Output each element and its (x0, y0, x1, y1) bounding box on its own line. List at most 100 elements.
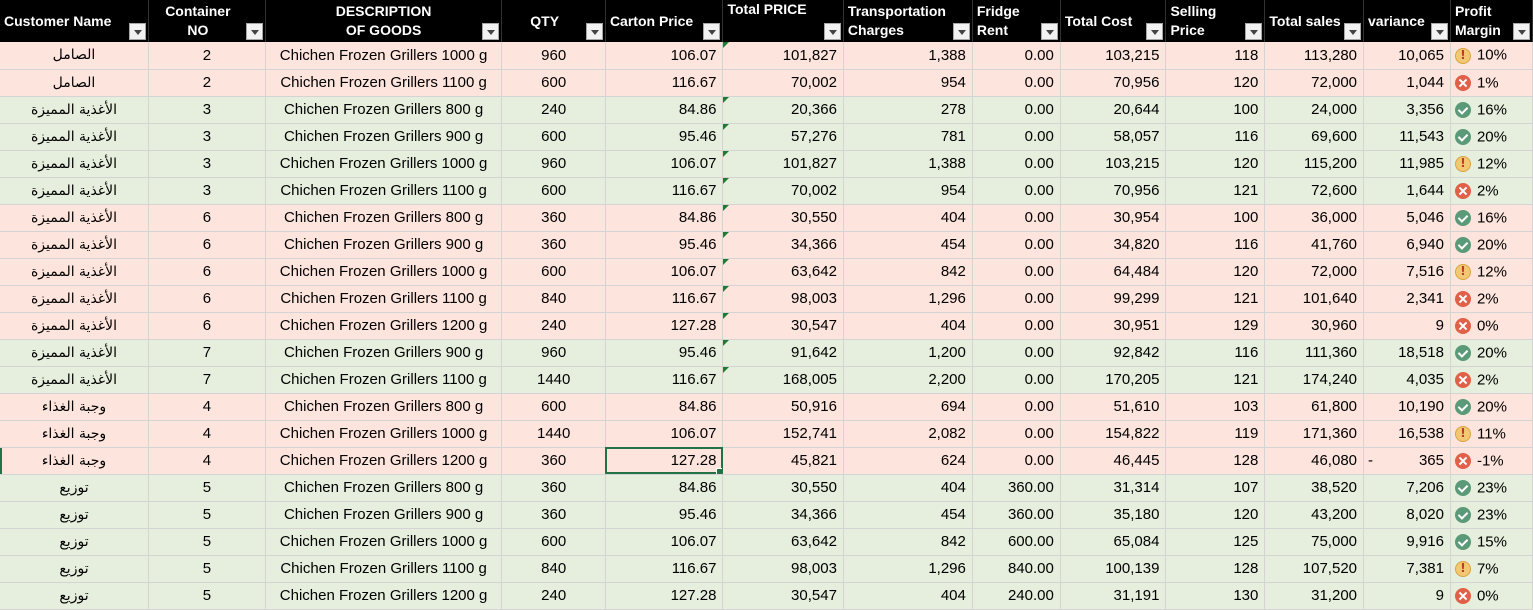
customer-name-cell[interactable]: الصامل (0, 42, 149, 70)
container-no-cell[interactable]: 3 (148, 123, 266, 151)
description-cell[interactable]: Chichen Frozen Grillers 900 g (265, 231, 503, 259)
total-price-cell[interactable]: 152,741 (722, 420, 844, 448)
description-cell[interactable]: Chichen Frozen Grillers 800 g (265, 474, 503, 502)
filter-dropdown-icon[interactable] (1513, 23, 1530, 40)
carton-price-cell[interactable]: 116.67 (605, 177, 724, 205)
transportation-charges-cell[interactable]: 954 (843, 69, 973, 97)
description-cell[interactable]: Chichen Frozen Grillers 1100 g (265, 177, 503, 205)
qty-cell[interactable]: 960 (501, 339, 606, 367)
variance-cell[interactable]: 11,985 (1363, 150, 1451, 178)
total-sales-cell[interactable]: 69,600 (1264, 123, 1365, 151)
customer-name-cell[interactable]: الأغذية المميزة (0, 177, 149, 205)
fridge-rent-cell[interactable]: 0.00 (972, 366, 1061, 394)
carton-price-cell[interactable]: 95.46 (605, 231, 724, 259)
transportation-charges-cell[interactable]: 2,082 (843, 420, 973, 448)
selling-price-cell[interactable]: 120 (1165, 258, 1266, 286)
total-cost-cell[interactable]: 51,610 (1060, 393, 1167, 421)
total-price-cell[interactable]: 30,550 (722, 204, 844, 232)
transportation-charges-cell[interactable]: 454 (843, 501, 973, 529)
total-cost-cell[interactable]: 34,820 (1060, 231, 1167, 259)
description-cell[interactable]: Chichen Frozen Grillers 900 g (265, 339, 503, 367)
total-price-cell[interactable]: 98,003 (722, 285, 844, 313)
profit-margin-cell[interactable]: 16% (1450, 96, 1533, 124)
customer-name-cell[interactable]: الأغذية المميزة (0, 204, 149, 232)
total-cost-cell[interactable]: 31,314 (1060, 474, 1167, 502)
filter-dropdown-icon[interactable] (1344, 23, 1362, 40)
variance-cell[interactable]: 1,044 (1363, 69, 1451, 97)
total-cost-cell[interactable]: 64,484 (1060, 258, 1167, 286)
variance-cell[interactable]: 3,356 (1363, 96, 1451, 124)
total-cost-cell[interactable]: 70,956 (1060, 177, 1167, 205)
container-no-cell[interactable]: 5 (148, 528, 266, 556)
customer-name-cell[interactable]: الأغذية المميزة (0, 96, 149, 124)
container-no-cell[interactable]: 6 (148, 231, 266, 259)
qty-cell[interactable]: 960 (501, 150, 606, 178)
variance-cell[interactable]: 6,940 (1363, 231, 1451, 259)
total-price-cell[interactable]: 20,366 (722, 96, 844, 124)
customer-name-cell[interactable]: توزيع (0, 501, 149, 529)
filter-dropdown-icon[interactable] (823, 23, 841, 40)
carton-price-cell[interactable]: 116.67 (605, 366, 724, 394)
variance-cell[interactable]: 5,046 (1363, 204, 1451, 232)
profit-margin-cell[interactable]: 2% (1450, 366, 1533, 394)
variance-cell[interactable]: 9,916 (1363, 528, 1451, 556)
profit-margin-cell[interactable]: 0% (1450, 582, 1533, 610)
selling-price-cell[interactable]: 116 (1165, 231, 1266, 259)
total-sales-cell[interactable]: 38,520 (1264, 474, 1365, 502)
carton-price-cell[interactable]: 84.86 (605, 204, 724, 232)
container-no-cell[interactable]: 6 (148, 204, 266, 232)
container-no-cell[interactable]: 3 (148, 177, 266, 205)
total-price-cell[interactable]: 34,366 (722, 231, 844, 259)
total-cost-cell[interactable]: 92,842 (1060, 339, 1167, 367)
profit-margin-cell[interactable]: 11% (1450, 420, 1533, 448)
description-cell[interactable]: Chichen Frozen Grillers 1200 g (265, 312, 503, 340)
filter-dropdown-icon[interactable] (128, 23, 146, 40)
qty-cell[interactable]: 240 (501, 96, 606, 124)
filter-dropdown-icon[interactable] (482, 23, 500, 40)
profit-margin-cell[interactable]: 7% (1450, 555, 1533, 583)
selling-price-cell[interactable]: 116 (1165, 123, 1266, 151)
container-no-cell[interactable]: 4 (148, 447, 266, 475)
variance-cell[interactable]: - 365 (1363, 447, 1451, 475)
container-no-cell[interactable]: 3 (148, 150, 266, 178)
fridge-rent-cell[interactable]: 0.00 (972, 96, 1061, 124)
total-sales-cell[interactable]: 107,520 (1264, 555, 1365, 583)
description-cell[interactable]: Chichen Frozen Grillers 1100 g (265, 69, 503, 97)
description-cell[interactable]: Chichen Frozen Grillers 1100 g (265, 285, 503, 313)
container-no-cell[interactable]: 4 (148, 393, 266, 421)
container-no-cell[interactable]: 7 (148, 339, 266, 367)
customer-name-cell[interactable]: وجبة الغذاء (0, 393, 149, 421)
carton-price-cell[interactable]: 127.28 (605, 582, 724, 610)
total-cost-cell[interactable]: 99,299 (1060, 285, 1167, 313)
container-no-cell[interactable]: 4 (148, 420, 266, 448)
filter-dropdown-icon[interactable] (585, 23, 603, 40)
customer-name-cell[interactable]: الأغذية المميزة (0, 366, 149, 394)
qty-cell[interactable]: 600 (501, 528, 606, 556)
total-price-cell[interactable]: 70,002 (722, 177, 844, 205)
selling-price-cell[interactable]: 125 (1165, 528, 1266, 556)
transportation-charges-cell[interactable]: 954 (843, 177, 973, 205)
qty-cell[interactable]: 600 (501, 123, 606, 151)
fridge-rent-cell[interactable]: 0.00 (972, 447, 1061, 475)
qty-cell[interactable]: 600 (501, 177, 606, 205)
fridge-rent-cell[interactable]: 0.00 (972, 285, 1061, 313)
total-price-cell[interactable]: 63,642 (722, 258, 844, 286)
qty-cell[interactable]: 240 (501, 312, 606, 340)
selling-price-cell[interactable]: 120 (1165, 69, 1266, 97)
filter-dropdown-icon[interactable] (952, 23, 970, 40)
filter-dropdown-icon[interactable] (1146, 23, 1164, 40)
total-sales-cell[interactable]: 174,240 (1264, 366, 1365, 394)
carton-price-cell[interactable]: 95.46 (605, 339, 724, 367)
total-cost-cell[interactable]: 154,822 (1060, 420, 1167, 448)
total-cost-cell[interactable]: 46,445 (1060, 447, 1167, 475)
carton-price-cell[interactable]: 95.46 (605, 123, 724, 151)
total-price-cell[interactable]: 30,547 (722, 582, 844, 610)
total-sales-cell[interactable]: 72,600 (1264, 177, 1365, 205)
selling-price-cell[interactable]: 121 (1165, 177, 1266, 205)
transportation-charges-cell[interactable]: 842 (843, 258, 973, 286)
total-cost-cell[interactable]: 70,956 (1060, 69, 1167, 97)
filter-dropdown-icon[interactable] (1245, 23, 1263, 40)
variance-cell[interactable]: 9 (1363, 312, 1451, 340)
container-no-cell[interactable]: 6 (148, 312, 266, 340)
fridge-rent-cell[interactable]: 0.00 (972, 393, 1061, 421)
